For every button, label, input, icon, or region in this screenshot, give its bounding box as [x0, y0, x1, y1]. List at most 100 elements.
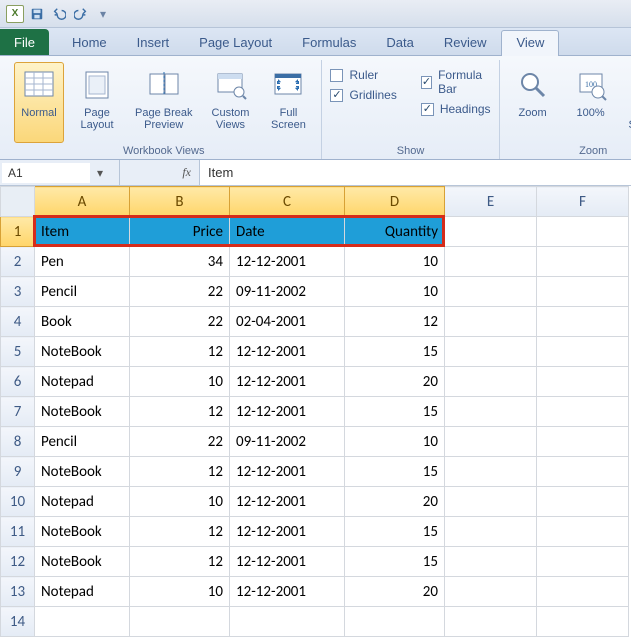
cell-E14[interactable] [445, 607, 537, 637]
tab-view[interactable]: View [501, 30, 559, 56]
cell-B3[interactable]: 22 [130, 277, 230, 307]
cell-A6[interactable]: Notepad [35, 367, 130, 397]
cell-C7[interactable]: 12-12-2001 [230, 397, 345, 427]
cell-C2[interactable]: 12-12-2001 [230, 247, 345, 277]
cell-F7[interactable] [537, 397, 629, 427]
cell-F10[interactable] [537, 487, 629, 517]
cell-B2[interactable]: 34 [130, 247, 230, 277]
cell-F8[interactable] [537, 427, 629, 457]
cell-A1[interactable]: Item [35, 217, 130, 247]
cell-D13[interactable]: 20 [345, 577, 445, 607]
cell-D2[interactable]: 10 [345, 247, 445, 277]
full-screen-button[interactable]: Full Screen [263, 62, 313, 143]
cell-C8[interactable]: 09-11-2002 [230, 427, 345, 457]
cell-B11[interactable]: 12 [130, 517, 230, 547]
tab-home[interactable]: Home [57, 29, 122, 55]
zoom-to-selection-button[interactable]: Zoom to Selection [624, 62, 631, 143]
row-header-11[interactable]: 11 [1, 517, 35, 547]
cell-C14[interactable] [230, 607, 345, 637]
cell-E4[interactable] [445, 307, 537, 337]
row-header-4[interactable]: 4 [1, 307, 35, 337]
cell-A2[interactable]: Pen [35, 247, 130, 277]
cell-D5[interactable]: 15 [345, 337, 445, 367]
row-header-12[interactable]: 12 [1, 547, 35, 577]
cell-A12[interactable]: NoteBook [35, 547, 130, 577]
formula-bar-checkbox[interactable]: Formula Bar [421, 68, 491, 96]
cell-C9[interactable]: 12-12-2001 [230, 457, 345, 487]
cell-A11[interactable]: NoteBook [35, 517, 130, 547]
cell-B6[interactable]: 10 [130, 367, 230, 397]
row-header-6[interactable]: 6 [1, 367, 35, 397]
column-header-F[interactable]: F [537, 187, 629, 217]
tab-file[interactable]: File [0, 29, 49, 55]
cell-D9[interactable]: 15 [345, 457, 445, 487]
cell-E3[interactable] [445, 277, 537, 307]
cell-E13[interactable] [445, 577, 537, 607]
cell-F12[interactable] [537, 547, 629, 577]
cell-B4[interactable]: 22 [130, 307, 230, 337]
cell-C4[interactable]: 02-04-2001 [230, 307, 345, 337]
normal-view-button[interactable]: Normal [14, 62, 64, 143]
cell-B13[interactable]: 10 [130, 577, 230, 607]
qat-dropdown-icon[interactable]: ▾ [94, 5, 112, 23]
cell-F3[interactable] [537, 277, 629, 307]
column-header-A[interactable]: A [35, 187, 130, 217]
column-header-E[interactable]: E [445, 187, 537, 217]
cell-C3[interactable]: 09-11-2002 [230, 277, 345, 307]
formula-bar-input[interactable]: Item [200, 160, 631, 185]
tab-page-layout[interactable]: Page Layout [184, 29, 287, 55]
cell-D12[interactable]: 15 [345, 547, 445, 577]
cell-A5[interactable]: NoteBook [35, 337, 130, 367]
cell-F2[interactable] [537, 247, 629, 277]
cell-E5[interactable] [445, 337, 537, 367]
cell-D7[interactable]: 15 [345, 397, 445, 427]
row-header-5[interactable]: 5 [1, 337, 35, 367]
row-header-2[interactable]: 2 [1, 247, 35, 277]
cell-F5[interactable] [537, 337, 629, 367]
cell-A8[interactable]: Pencil [35, 427, 130, 457]
cell-A4[interactable]: Book [35, 307, 130, 337]
cell-F11[interactable] [537, 517, 629, 547]
row-header-14[interactable]: 14 [1, 607, 35, 637]
cell-D14[interactable] [345, 607, 445, 637]
tab-formulas[interactable]: Formulas [287, 29, 371, 55]
cell-D8[interactable]: 10 [345, 427, 445, 457]
cell-C10[interactable]: 12-12-2001 [230, 487, 345, 517]
cell-C1[interactable]: Date [230, 217, 345, 247]
excel-icon[interactable]: X [6, 5, 24, 23]
cell-D1[interactable]: Quantity [345, 217, 445, 247]
cell-E1[interactable] [445, 217, 537, 247]
redo-icon[interactable] [72, 5, 90, 23]
cell-A10[interactable]: Notepad [35, 487, 130, 517]
cell-B7[interactable]: 12 [130, 397, 230, 427]
cell-F13[interactable] [537, 577, 629, 607]
cell-F9[interactable] [537, 457, 629, 487]
cell-D4[interactable]: 12 [345, 307, 445, 337]
cell-D11[interactable]: 15 [345, 517, 445, 547]
cell-F14[interactable] [537, 607, 629, 637]
cell-E11[interactable] [445, 517, 537, 547]
row-header-10[interactable]: 10 [1, 487, 35, 517]
zoom-100-button[interactable]: 100 100% [566, 62, 616, 143]
row-header-3[interactable]: 3 [1, 277, 35, 307]
name-box-dropdown-icon[interactable]: ▾ [92, 166, 108, 180]
row-header-1[interactable]: 1 [1, 217, 35, 247]
cell-B9[interactable]: 12 [130, 457, 230, 487]
cell-D6[interactable]: 20 [345, 367, 445, 397]
row-header-13[interactable]: 13 [1, 577, 35, 607]
column-header-B[interactable]: B [130, 187, 230, 217]
cell-E8[interactable] [445, 427, 537, 457]
cell-B1[interactable]: Price [130, 217, 230, 247]
cell-C13[interactable]: 12-12-2001 [230, 577, 345, 607]
column-header-D[interactable]: D [345, 187, 445, 217]
cell-A14[interactable] [35, 607, 130, 637]
fx-icon[interactable]: fx [182, 165, 191, 180]
tab-insert[interactable]: Insert [122, 29, 185, 55]
row-header-7[interactable]: 7 [1, 397, 35, 427]
cell-B8[interactable]: 22 [130, 427, 230, 457]
cell-C5[interactable]: 12-12-2001 [230, 337, 345, 367]
cell-F6[interactable] [537, 367, 629, 397]
cell-E7[interactable] [445, 397, 537, 427]
cell-A13[interactable]: Notepad [35, 577, 130, 607]
cell-C11[interactable]: 12-12-2001 [230, 517, 345, 547]
